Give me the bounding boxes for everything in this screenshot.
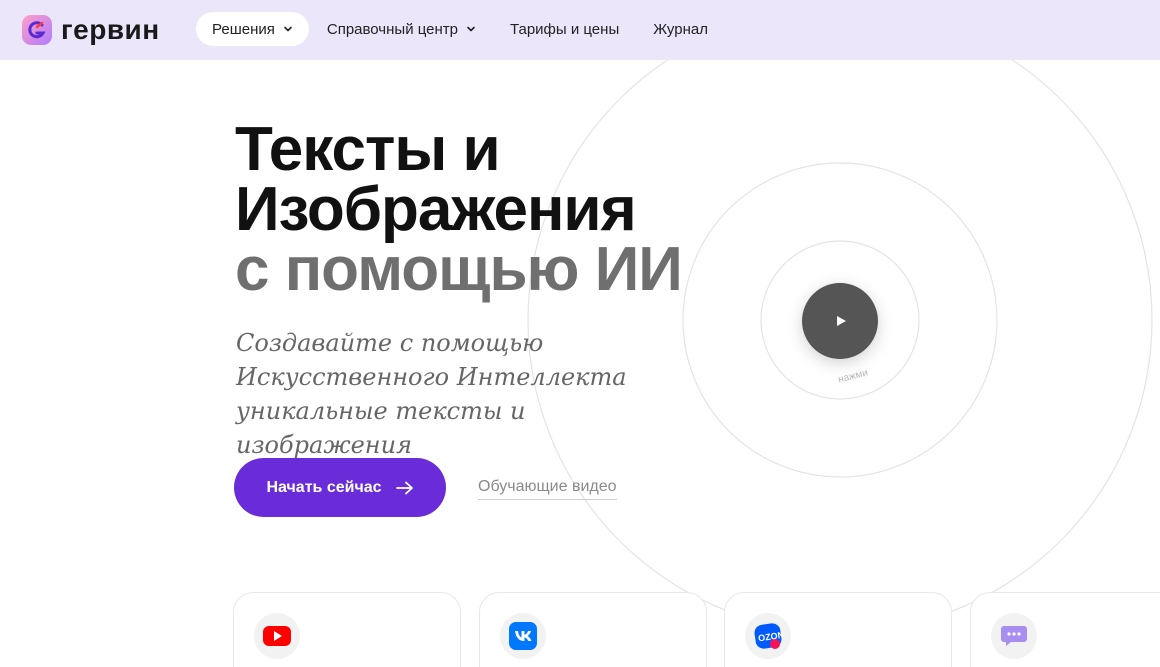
top-header: гервин Решения Справочный центр Тарифы и… bbox=[0, 0, 1160, 60]
gervin-logo-icon bbox=[22, 15, 52, 45]
chevron-down-icon bbox=[467, 26, 475, 32]
nav-item-solutions[interactable]: Решения bbox=[196, 12, 309, 46]
hero-title-line-3: с помощью ИИ bbox=[235, 235, 683, 304]
nav-item-help-center[interactable]: Справочный центр bbox=[311, 12, 492, 46]
chat-icon bbox=[991, 613, 1037, 659]
service-card-chat[interactable] bbox=[970, 592, 1160, 667]
nav-item-label: Справочный центр bbox=[326, 20, 458, 38]
vk-icon bbox=[500, 613, 546, 659]
tutorial-videos-link[interactable]: Обучающие видео bbox=[478, 478, 617, 500]
nav-item-label: Тарифы и цены bbox=[510, 20, 620, 38]
youtube-icon bbox=[254, 613, 300, 659]
logo[interactable]: гервин bbox=[22, 14, 160, 46]
hero-title-line-2: Изображения bbox=[235, 175, 637, 244]
start-now-button[interactable]: Начать сейчас bbox=[234, 458, 446, 517]
play-hint: нажми bbox=[837, 367, 870, 386]
nav-item-label: Журнал bbox=[653, 20, 708, 38]
arrow-right-icon bbox=[395, 481, 413, 494]
service-card-ozon[interactable]: OZON bbox=[724, 592, 952, 667]
ozon-icon: OZON bbox=[745, 613, 791, 659]
chevron-down-icon bbox=[284, 26, 292, 32]
hero-title: Тексты и Изображения с помощью ИИ bbox=[235, 115, 683, 304]
play-video-button[interactable] bbox=[802, 283, 878, 359]
play-icon bbox=[837, 316, 846, 326]
service-card-vk[interactable] bbox=[479, 592, 707, 667]
nav-item-pricing[interactable]: Тарифы и цены bbox=[494, 12, 635, 46]
nav-item-journal[interactable]: Журнал bbox=[637, 12, 724, 46]
main-nav: Решения Справочный центр Тарифы и цены Ж… bbox=[196, 12, 726, 46]
hero-subtitle: Создавайте с помощью Искусственного Инте… bbox=[236, 329, 627, 459]
service-card-youtube[interactable] bbox=[233, 592, 461, 667]
logo-text: гервин bbox=[61, 14, 160, 45]
nav-item-label: Решения bbox=[212, 20, 275, 38]
hero-title-line-1: Тексты и bbox=[235, 115, 501, 184]
start-now-label: Начать сейчас bbox=[266, 478, 382, 496]
